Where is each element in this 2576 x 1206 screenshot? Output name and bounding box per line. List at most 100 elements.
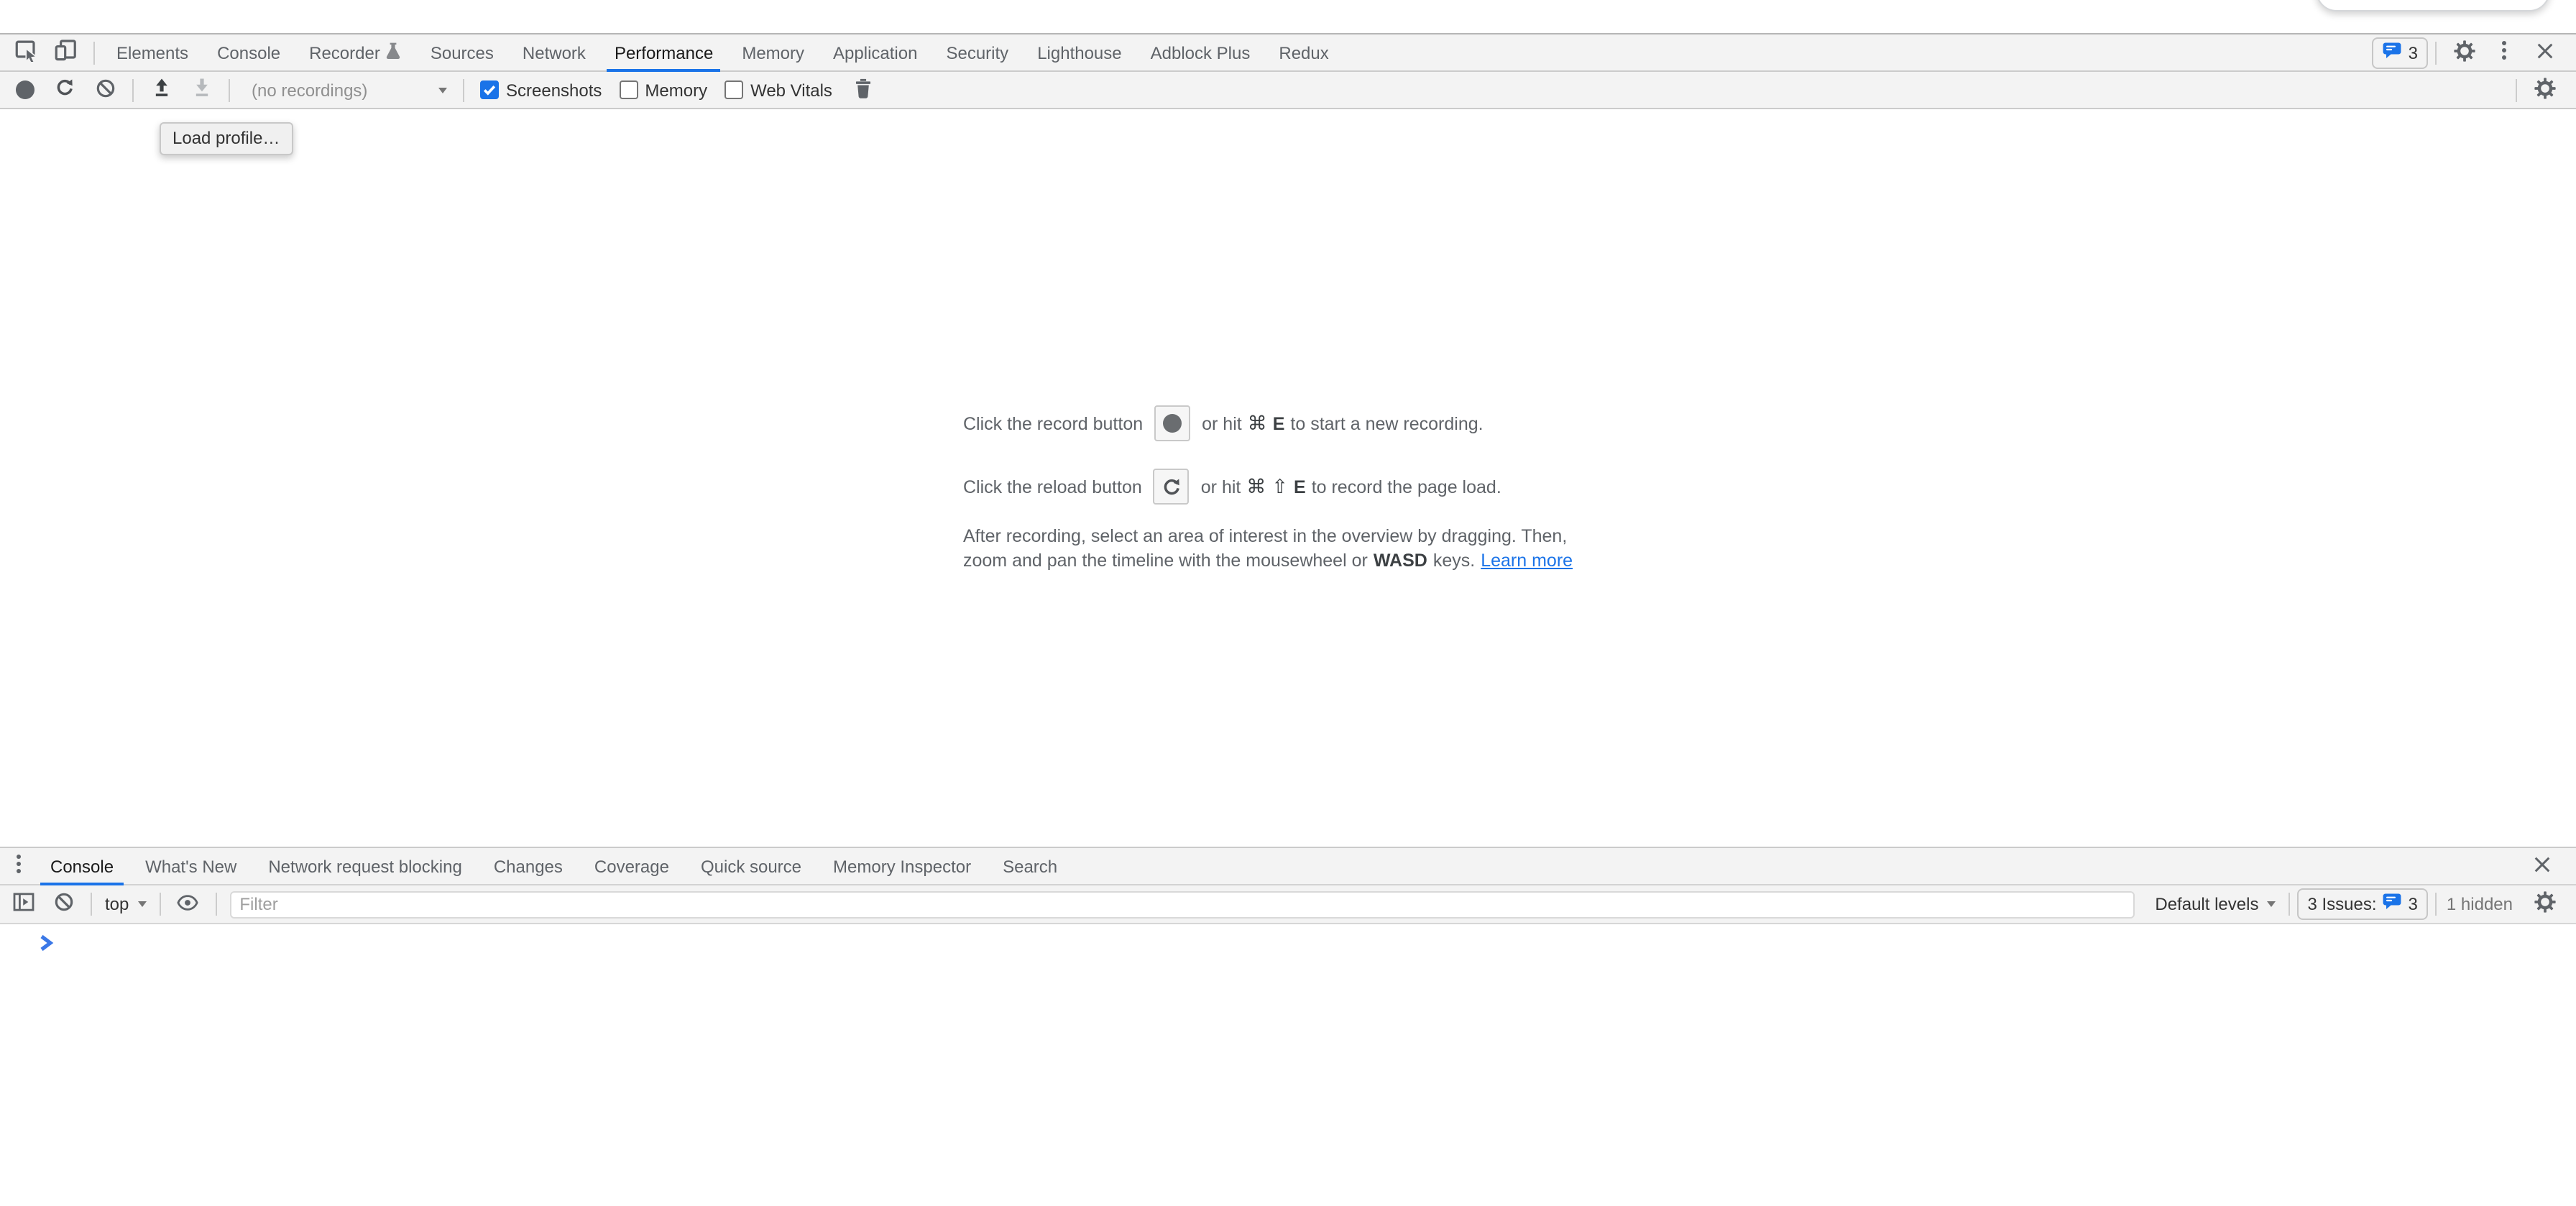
drawer-tab-changes[interactable]: Changes [478,847,579,885]
record-icon [1163,414,1182,433]
browser-dialog-bottom [2316,0,2550,11]
drawer-tab-whats-new[interactable]: What's New [129,847,252,885]
reload-icon [55,78,75,102]
hidden-messages-label: 1 hidden [2447,894,2513,914]
memory-checkbox[interactable] [619,80,638,99]
issues-counter-button[interactable]: 3 [2373,37,2428,68]
experiment-flask-icon [386,41,402,64]
reload-icon [1162,477,1182,497]
command-key-icon: ⌘ [1246,475,1266,497]
eye-icon [177,893,198,915]
record-button[interactable] [4,73,45,107]
divider [159,893,160,916]
device-toolbar-button[interactable] [46,35,86,70]
divider [132,78,134,101]
record-icon [15,80,34,99]
garbage-collect-button[interactable] [844,73,884,107]
inspect-cursor-icon [14,39,38,66]
web-vitals-checkbox-group[interactable]: Web Vitals [724,80,832,100]
issues-bubble-icon [2383,41,2403,64]
console-filter-input[interactable] [229,890,2135,918]
performance-panel-content: Click the record button or hit⌘Eto start… [0,109,2576,847]
clear-console-button[interactable] [43,887,83,921]
tab-memory[interactable]: Memory [727,34,819,71]
performance-empty-state: Click the record button or hit⌘Eto start… [963,109,1613,574]
kebab-menu-icon [16,854,22,878]
tab-sources[interactable]: Sources [416,34,508,71]
tab-redux[interactable]: Redux [1264,34,1343,71]
tab-performance[interactable]: Performance [600,34,727,71]
screenshots-checkbox[interactable] [480,80,499,99]
drawer-close-button[interactable] [2521,849,2562,883]
drawer-tab-network-request-blocking[interactable]: Network request blocking [252,847,477,885]
inspect-element-button[interactable] [6,35,46,70]
load-profile-button[interactable] [141,73,181,107]
drawer-tab-search[interactable]: Search [987,847,1073,885]
devtools-menu-button[interactable] [2484,35,2524,70]
main-tabbar: Elements Console Recorder Sources Networ… [0,34,2576,72]
divider [463,78,464,101]
upload-icon [152,78,170,102]
sidebar-panel-icon [12,893,34,916]
tabbar-right-controls: 3 [2373,35,2576,70]
save-profile-button[interactable] [181,73,221,107]
tab-elements[interactable]: Elements [102,34,203,71]
chevron-down-icon [438,87,447,93]
gear-icon [2534,77,2555,103]
drawer-tab-console[interactable]: Console [34,847,129,885]
kebab-menu-icon [2501,40,2507,65]
record-instruction-row: Click the record button or hit⌘Eto start… [963,405,1613,441]
clear-recording-button[interactable] [85,73,125,107]
console-messages-area[interactable] [0,924,2576,1206]
perf-toolbar-right [2508,73,2576,107]
capture-settings-button[interactable] [2524,73,2564,107]
device-toolbar-icon [55,39,78,66]
tab-lighthouse[interactable]: Lighthouse [1023,34,1136,71]
learn-more-link[interactable]: Learn more [1481,551,1573,571]
console-issues-button[interactable]: 3 Issues: 3 [2297,888,2427,920]
devtools-close-button[interactable] [2524,35,2564,70]
tab-console[interactable]: Console [203,34,295,71]
tab-adblock-plus[interactable]: Adblock Plus [1136,34,1265,71]
recordings-dropdown[interactable]: (no recordings) [237,80,456,100]
usage-paragraph: After recording, select an area of inter… [963,525,1613,574]
console-toolbar: top Default levels 3 Issues: [0,885,2576,924]
devtools-window: Elements Console Recorder Sources Networ… [0,0,2576,1206]
drawer-tab-memory-inspector[interactable]: Memory Inspector [817,847,987,885]
reload-button-example[interactable] [1154,469,1190,505]
divider [93,41,95,64]
reload-instruction-row: Click the reload button or hit⌘⇧Eto reco… [963,469,1613,505]
execution-context-dropdown[interactable]: top [99,894,152,914]
tab-security[interactable]: Security [932,34,1023,71]
drawer-right-controls [2521,849,2576,883]
issues-bubble-icon [2383,893,2403,916]
memory-checkbox-group[interactable]: Memory [619,80,707,100]
devtools-settings-button[interactable] [2444,35,2484,70]
drawer-menu-button[interactable] [3,849,34,883]
gear-icon [2534,891,2555,917]
block-icon [94,77,116,103]
block-icon [52,891,74,917]
console-settings-button[interactable] [2524,887,2564,921]
reload-and-record-button[interactable] [45,73,85,107]
chevron-down-icon [2267,901,2276,907]
divider [2435,893,2437,916]
tab-application[interactable]: Application [819,34,932,71]
tab-network[interactable]: Network [508,34,600,71]
devtools-panel: Elements Console Recorder Sources Networ… [0,33,2576,1206]
divider [2516,78,2517,101]
console-issues-count: 3 [2409,894,2418,914]
console-sidebar-toggle-button[interactable] [3,887,43,921]
performance-toolbar: (no recordings) Screenshots Memory [0,72,2576,109]
live-expression-button[interactable] [167,887,208,921]
drawer-tab-coverage[interactable]: Coverage [579,847,685,885]
log-levels-dropdown[interactable]: Default levels [2149,894,2281,914]
record-button-example[interactable] [1154,405,1190,441]
web-vitals-checkbox[interactable] [724,80,743,99]
screenshots-checkbox-group[interactable]: Screenshots [480,80,602,100]
issues-count: 3 [2409,42,2418,63]
divider [229,78,230,101]
drawer-tab-quick-source[interactable]: Quick source [685,847,817,885]
tab-recorder[interactable]: Recorder [295,34,416,71]
drawer-tabbar: Console What's New Network request block… [0,847,2576,885]
